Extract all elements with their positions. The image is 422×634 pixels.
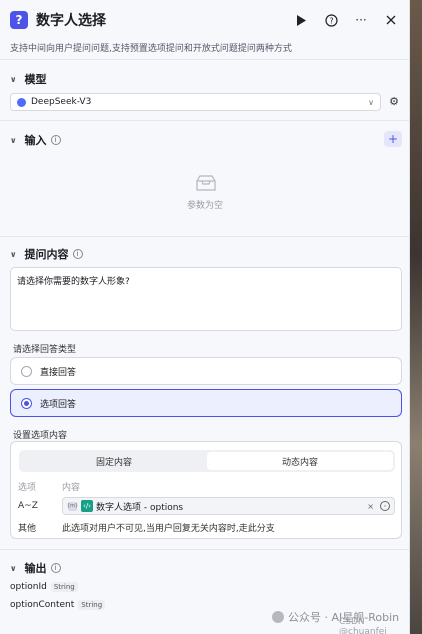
node-panel: ? 数字人选择 ? ··· 支持中间向用户提问问题,支持预置选项提问和开放式问题… xyxy=(0,0,410,634)
deepseek-logo-icon xyxy=(17,97,26,107)
background-edge xyxy=(410,0,422,634)
output-section-title: 输出 xyxy=(24,562,47,575)
divider xyxy=(0,236,410,237)
divider xyxy=(0,120,410,121)
divider xyxy=(0,59,410,60)
variable-reference: 数字人选项 - options xyxy=(96,502,184,513)
svg-text:?: ? xyxy=(329,16,333,25)
model-section-title: 模型 xyxy=(24,73,47,86)
chevron-down-icon: ∨ xyxy=(10,135,17,145)
radio-label: 选项回答 xyxy=(40,399,77,410)
radio-label: 直接回答 xyxy=(40,367,77,378)
chevron-down-icon: ∨ xyxy=(10,563,17,573)
chevron-down-icon: ∨ xyxy=(10,249,17,259)
option-settings-label: 设置选项内容 xyxy=(13,431,68,441)
panel-description: 支持中间向用户提问问题,支持预置选项提问和开放式问题提问两种方式 xyxy=(10,44,292,54)
output-field-type: String xyxy=(50,582,78,592)
col-header-option: 选项 xyxy=(18,483,37,493)
question-content-textarea[interactable]: 请选择你需要的数字人形象? xyxy=(10,267,402,331)
output-field-name: optionId xyxy=(10,582,47,592)
more-icon[interactable]: ··· xyxy=(353,12,369,28)
empty-box-icon xyxy=(196,175,216,191)
panel-title: 数字人选择 xyxy=(36,13,106,29)
output-field-type: String xyxy=(78,600,106,610)
other-option-desc: 此选项对用户不可见,当用户回复无关内容时,走此分支 xyxy=(62,524,275,534)
model-select-value: DeepSeek-V3 xyxy=(31,97,92,107)
question-section-title: 提问内容 xyxy=(24,248,69,261)
info-icon: i xyxy=(50,563,61,573)
output-field: optionContent String xyxy=(10,600,106,610)
answer-type-label: 请选择回答类型 xyxy=(13,345,77,355)
output-field: optionId String xyxy=(10,582,78,592)
divider xyxy=(0,549,410,550)
input-section-title: 输入 xyxy=(24,134,47,147)
run-icon[interactable] xyxy=(293,12,309,28)
tab-fixed-content[interactable]: 固定内容 xyxy=(21,452,207,470)
chevron-down-icon: ∨ xyxy=(10,74,17,84)
radio-option-answer[interactable]: 选项回答 xyxy=(10,389,402,417)
help-icon[interactable]: ? xyxy=(323,12,339,28)
gear-icon[interactable]: ⚙ xyxy=(388,95,400,108)
radio-direct-answer[interactable]: 直接回答 xyxy=(10,357,402,385)
question-node-icon: ? xyxy=(10,11,28,29)
radio-icon xyxy=(21,365,32,377)
tab-dynamic-content[interactable]: 动态内容 xyxy=(207,452,393,470)
output-section-header[interactable]: ∨ 输出 i xyxy=(10,560,61,576)
code-node-icon: ‹/› xyxy=(81,500,93,512)
option-variable-input[interactable]: {m} ‹/› 数字人选项 - options × ◦ xyxy=(62,497,395,515)
model-select[interactable]: DeepSeek-V3 ∨ xyxy=(10,93,381,111)
wechat-logo-icon xyxy=(272,611,284,623)
panel-header: ? 数字人选择 ? ··· xyxy=(10,10,399,30)
info-icon: i xyxy=(50,135,61,145)
question-section-header[interactable]: ∨ 提问内容 i xyxy=(10,246,83,262)
variable-picker-icon[interactable]: ◦ xyxy=(380,501,390,511)
close-icon[interactable] xyxy=(383,12,399,28)
option-key: A~Z xyxy=(18,501,38,511)
csdn-watermark: CSDN @chuanfei xyxy=(339,617,387,634)
add-input-button[interactable]: + xyxy=(384,131,402,147)
variable-type-icon: {m} xyxy=(66,501,79,511)
chevron-down-icon: ∨ xyxy=(368,97,374,107)
output-field-name: optionContent xyxy=(10,600,75,610)
col-header-content: 内容 xyxy=(62,483,81,493)
content-mode-segmented: 固定内容 动态内容 xyxy=(19,450,395,472)
other-option-key: 其他 xyxy=(18,524,37,534)
empty-state-text: 参数为空 xyxy=(186,201,223,211)
option-settings-box: 固定内容 动态内容 选项 内容 A~Z {m} ‹/› 数字人选项 - opti… xyxy=(10,441,402,539)
model-section-header[interactable]: ∨ 模型 xyxy=(10,71,47,87)
radio-checked-icon xyxy=(21,397,32,409)
info-icon: i xyxy=(72,249,83,259)
input-section-header[interactable]: ∨ 输入 i xyxy=(10,132,61,148)
clear-icon[interactable]: × xyxy=(367,502,374,511)
